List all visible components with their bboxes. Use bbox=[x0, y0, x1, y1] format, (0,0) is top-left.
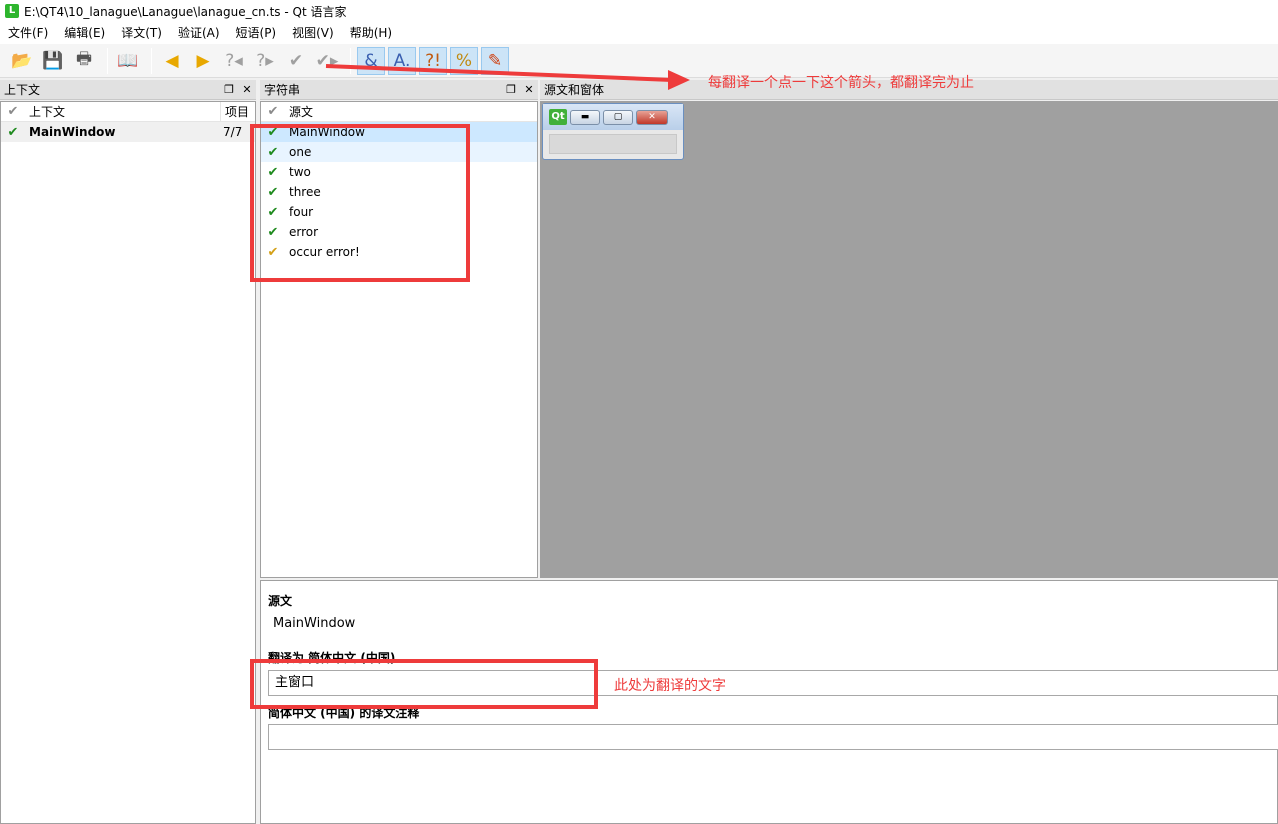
arrow-head bbox=[668, 70, 690, 90]
arrow-note: 每翻译一个点一下这个箭头，都翻译完为止 bbox=[708, 75, 974, 91]
annotation-arrow bbox=[325, 64, 690, 90]
field-note: 此处为翻译的文字 bbox=[614, 678, 726, 694]
arrow-line bbox=[325, 64, 673, 82]
